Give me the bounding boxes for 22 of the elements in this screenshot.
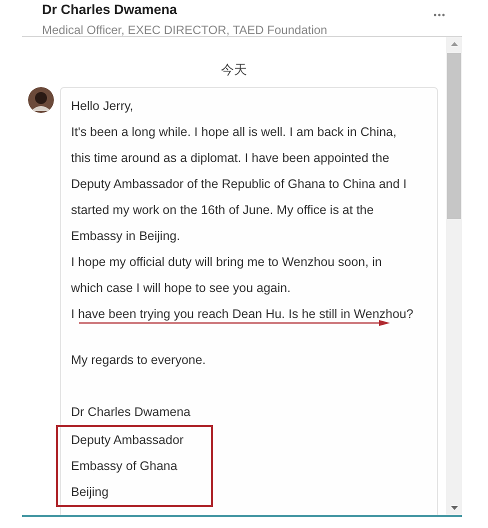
message-line: Embassy of Ghana: [71, 458, 178, 475]
message-line: this time around as a diplomat. I have been appointed the: [71, 150, 390, 167]
more-button[interactable]: •••: [434, 10, 446, 20]
avatar: [28, 87, 54, 113]
message-line: I have been trying you reach Dean Hu. Is he still in Wenzhou?: [71, 306, 414, 323]
message-line: I hope my official duty will bring me to Wenzhou soon, in: [71, 254, 383, 271]
scroll-down-icon[interactable]: [450, 506, 458, 510]
contact-headline: Medical Officer, EXEC DIRECTOR, TAED Foundation: [42, 23, 328, 37]
message-line: Hello Jerry,: [71, 98, 134, 115]
message-line: Deputy Ambassador: [71, 432, 185, 449]
message-line: Beijing: [71, 484, 110, 501]
message-line: Deputy Ambassador of the Republic of Ghana to China and I: [71, 176, 408, 193]
message-line: which case I will hope to see you again.: [71, 280, 292, 297]
message-line: My regards to everyone.: [71, 352, 207, 369]
contact-name: Dr Charles Dwamena: [42, 1, 178, 17]
scroll-up-icon[interactable]: [450, 42, 458, 46]
message-line: started my work on the 16th of June. My office is at the: [71, 202, 375, 219]
message-line: Dr Charles Dwamena: [71, 404, 192, 421]
day-label: 今天: [220, 61, 248, 79]
message-line: Embassy in Beijing.: [71, 228, 182, 245]
scrollbar-thumb[interactable]: [447, 53, 461, 219]
message-line: It's been a long while. I hope all is well. I am back in China,: [71, 124, 398, 141]
